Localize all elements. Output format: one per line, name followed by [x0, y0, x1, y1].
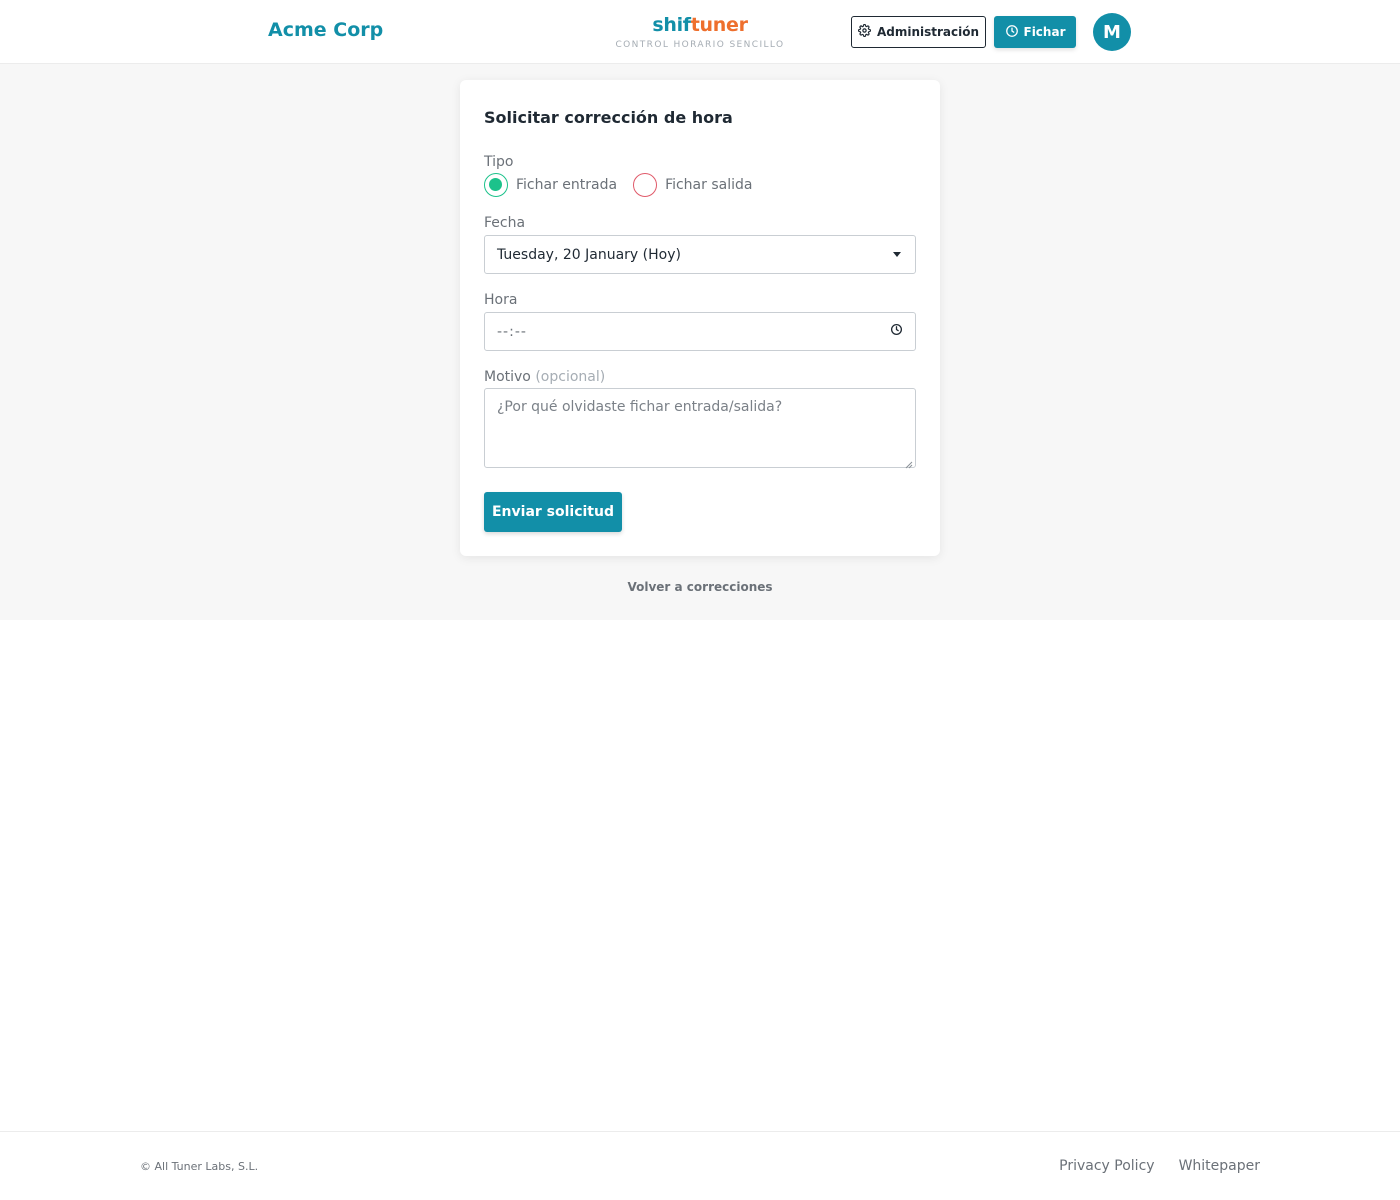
volver-a-correcciones-link[interactable]: Volver a correcciones [600, 580, 800, 594]
caret-down-icon [893, 252, 901, 257]
enviar-solicitud-button[interactable]: Enviar solicitud [484, 492, 622, 532]
brand-wordmark: shiftuner [600, 14, 800, 36]
radio-label-entrada: Fichar entrada [516, 177, 618, 193]
clock-icon[interactable] [890, 323, 903, 340]
form-title: Solicitar corrección de hora [484, 108, 733, 127]
radio-checked-indicator[interactable] [484, 173, 508, 197]
company-name[interactable]: Acme Corp [268, 19, 383, 41]
motivo-textarea[interactable]: ¿Por qué olvidaste fichar entrada/salida… [484, 388, 916, 469]
radio-fichar-entrada[interactable]: Fichar entrada [484, 173, 617, 197]
fichar-button[interactable]: Fichar [994, 16, 1076, 48]
fecha-select[interactable]: Tuesday, 20 January (Hoy) [484, 235, 916, 274]
user-avatar[interactable]: M [1093, 13, 1131, 51]
administracion-label: Administración [876, 25, 980, 39]
hora-label: Hora [484, 292, 518, 308]
radio-fichar-salida[interactable]: Fichar salida [633, 173, 752, 197]
whitepaper-link[interactable]: Whitepaper [1179, 1158, 1260, 1174]
clock-icon [1005, 24, 1019, 41]
footer-links: Privacy Policy Whitepaper [1059, 1158, 1260, 1174]
fecha-label: Fecha [484, 215, 526, 231]
gear-icon [857, 23, 872, 40]
motivo-placeholder: ¿Por qué olvidaste fichar entrada/salida… [497, 399, 783, 415]
main-content: Solicitar corrección de hora Tipo Fichar… [0, 64, 1400, 620]
radio-label-salida: Fichar salida [665, 177, 753, 193]
fichar-label: Fichar [1023, 25, 1066, 39]
hora-placeholder: --:-- [497, 323, 527, 340]
app-header: Acme Corp shiftuner CONTROL HORARIO SENC… [0, 0, 1400, 64]
motivo-label: Motivo (opcional) [484, 369, 605, 385]
page-footer: © All Tuner Labs, S.L. Privacy Policy Wh… [0, 1131, 1400, 1200]
tipo-label: Tipo [484, 154, 514, 170]
brand-tagline: CONTROL HORARIO SENCILLO [615, 40, 785, 50]
correction-form-card: Solicitar corrección de hora Tipo Fichar… [460, 80, 940, 556]
resize-grip-icon[interactable] [905, 457, 913, 469]
brand-logo: shiftuner CONTROL HORARIO SENCILLO [600, 14, 800, 50]
brand-part-shift: shif [652, 14, 691, 36]
hora-input[interactable]: --:-- [484, 312, 916, 351]
brand-part-tuner: tuner [690, 14, 748, 36]
motivo-label-text: Motivo [484, 369, 531, 385]
privacy-policy-link[interactable]: Privacy Policy [1059, 1158, 1154, 1174]
fecha-value: Tuesday, 20 January (Hoy) [497, 246, 681, 263]
tipo-radio-group: Fichar entrada Fichar salida [484, 173, 768, 197]
motivo-optional: (opcional) [535, 369, 606, 385]
radio-unchecked-indicator[interactable] [633, 173, 658, 197]
administracion-button[interactable]: Administración [851, 16, 986, 48]
copyright-text: © All Tuner Labs, S.L. [140, 1160, 259, 1173]
